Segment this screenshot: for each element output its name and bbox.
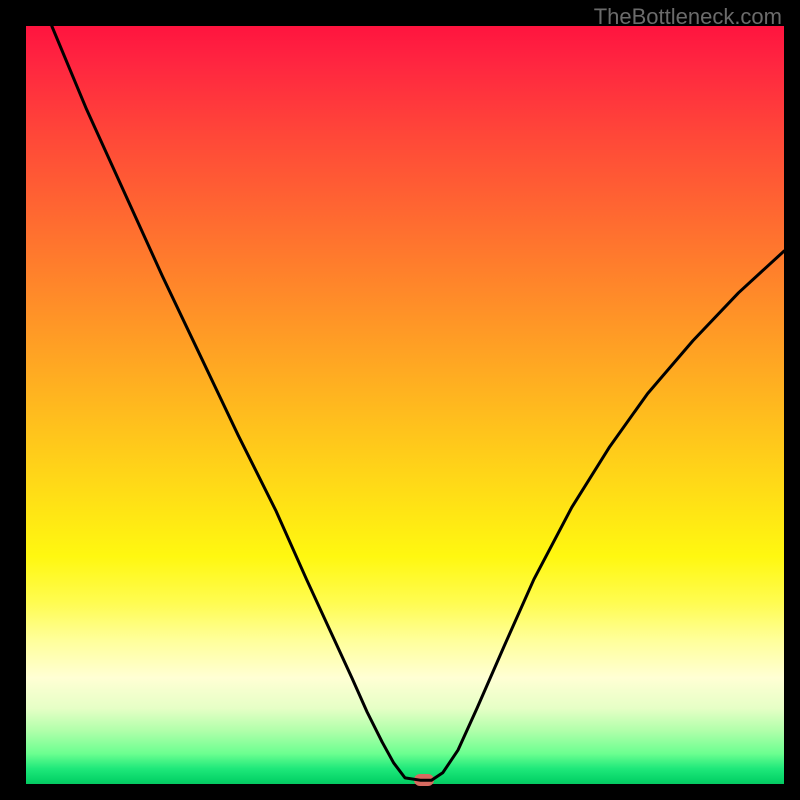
watermark-text: TheBottleneck.com bbox=[594, 4, 782, 30]
chart-area bbox=[26, 26, 784, 784]
chart-curve bbox=[26, 26, 784, 784]
